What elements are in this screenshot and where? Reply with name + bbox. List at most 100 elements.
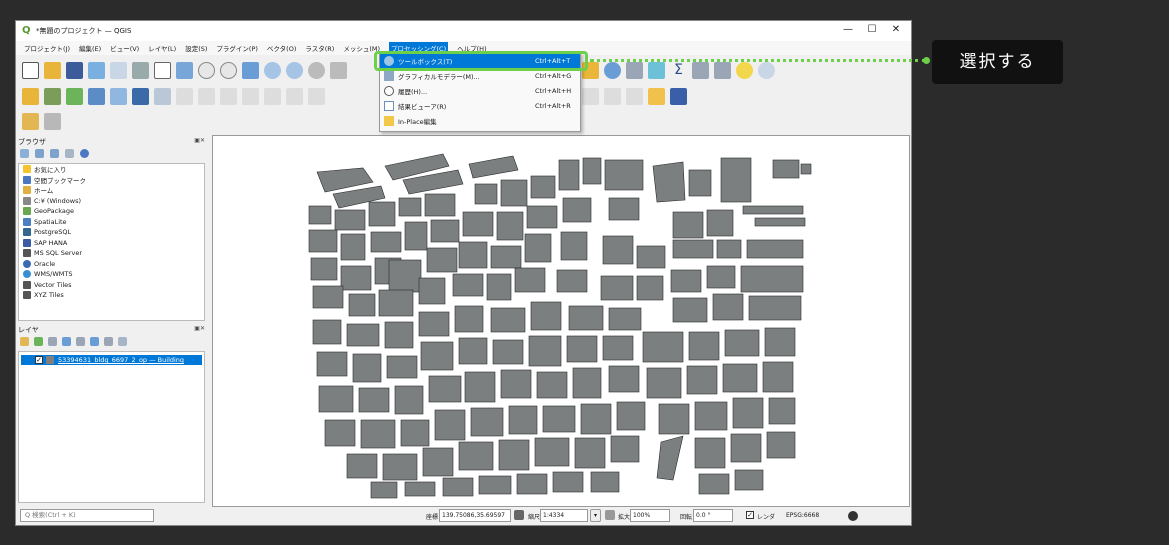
measure-icon[interactable] [714, 61, 731, 79]
zoom-in-icon[interactable] [198, 61, 215, 79]
browser-item-postgresql[interactable]: PostgreSQL [19, 227, 204, 238]
help-icon[interactable] [670, 87, 687, 105]
menu-raster[interactable]: ラスタ(R) [305, 43, 334, 53]
copy-features-icon[interactable] [308, 87, 325, 105]
map-tips-icon[interactable] [736, 61, 753, 79]
filter-legend-icon[interactable] [62, 337, 71, 346]
add-group-icon[interactable] [34, 337, 43, 346]
coordinate-field[interactable]: 139.75086,35.69597 [439, 509, 511, 522]
zoom-out-icon[interactable] [220, 61, 237, 79]
menu-item-history[interactable]: 履歴(H)... Ctrl+Alt+H [380, 83, 580, 98]
toggle-editing-icon[interactable] [176, 87, 193, 105]
zoom-to-layer-icon[interactable] [286, 61, 303, 79]
crs-label[interactable]: EPSG:6668 [786, 512, 819, 519]
minimize-button[interactable]: — [836, 24, 860, 35]
filter-icon[interactable] [50, 149, 59, 158]
search-plugin-icon[interactable] [758, 61, 775, 79]
pan-hand-icon[interactable] [154, 61, 171, 79]
new-print-layout-icon[interactable] [88, 61, 105, 79]
map-canvas[interactable] [212, 135, 910, 507]
expand-all-icon[interactable] [90, 337, 99, 346]
browser-item-mssql[interactable]: MS SQL Server [19, 248, 204, 259]
zoom-to-selection-icon[interactable] [264, 61, 281, 79]
locator-search-input[interactable]: Q 検索(Ctrl + K) [20, 509, 154, 522]
label-tool-4-icon[interactable] [626, 87, 643, 105]
browser-item-spatialite[interactable]: SpatiaLite [19, 217, 204, 228]
add-selected-icon[interactable] [20, 149, 29, 158]
messages-icon[interactable] [848, 511, 858, 521]
statistics-sigma-icon[interactable]: Σ [670, 62, 687, 79]
georeferencer-icon[interactable] [22, 112, 39, 130]
scale-dropdown-icon[interactable]: ▾ [590, 509, 601, 522]
save-edits-icon[interactable] [198, 87, 215, 105]
layers-panel-close-icon[interactable]: ▣✕ [194, 325, 205, 332]
add-vector-layer-icon[interactable] [66, 87, 83, 105]
digitize-icon[interactable] [88, 87, 105, 105]
label-tool-2-icon[interactable] [582, 87, 599, 105]
menu-edit[interactable]: 編集(E) [79, 43, 101, 53]
manage-visibility-icon[interactable] [48, 337, 57, 346]
properties-icon[interactable] [80, 149, 89, 158]
add-delimited-text-icon[interactable] [132, 87, 149, 105]
layer-row-building[interactable]: ✓ 53394631_bldg_6697_2_op — Building [21, 355, 202, 365]
layer-styling-icon[interactable] [20, 337, 29, 346]
browser-item-wms[interactable]: WMS/WMTS [19, 269, 204, 280]
lock-scale-icon[interactable] [605, 510, 615, 520]
locator-icon[interactable] [604, 61, 621, 79]
attribute-table-icon[interactable] [626, 61, 643, 79]
save-project-icon[interactable] [66, 61, 83, 79]
menu-vector[interactable]: ベクタ(O) [267, 43, 296, 53]
browser-item-bookmarks[interactable]: 空間ブックマーク [19, 175, 204, 186]
browser-item-home[interactable]: ホーム [19, 185, 204, 196]
open-project-icon[interactable] [44, 61, 61, 79]
style-manager-icon[interactable] [132, 61, 149, 79]
add-wms-layer-icon[interactable] [154, 87, 171, 105]
label-tool-3-icon[interactable] [604, 87, 621, 105]
pan-to-selection-icon[interactable] [176, 61, 193, 79]
new-layer-icon[interactable] [44, 87, 61, 105]
browser-item-geopackage[interactable]: GeoPackage [19, 206, 204, 217]
magnify-field[interactable]: 100% [630, 509, 670, 522]
collapse-layers-icon[interactable] [104, 337, 113, 346]
browser-item-drive[interactable]: C:¥ (Windows) [19, 196, 204, 207]
browser-item-favorites[interactable]: お気に入り [19, 164, 204, 175]
coordinate-toggle-icon[interactable] [514, 510, 524, 520]
menu-plugins[interactable]: プラグイン(P) [216, 43, 258, 53]
layout-manager-icon[interactable] [110, 61, 127, 79]
zoom-next-icon[interactable] [330, 61, 347, 79]
python-console-icon[interactable] [648, 87, 665, 105]
grass-tool-icon[interactable] [44, 112, 61, 130]
cut-features-icon[interactable] [286, 87, 303, 105]
maximize-button[interactable]: ☐ [860, 24, 884, 35]
render-checkbox[interactable]: ✓ [746, 511, 754, 519]
zoom-last-icon[interactable] [308, 61, 325, 79]
browser-item-xyztiles[interactable]: XYZ Tiles [19, 290, 204, 301]
scale-field[interactable]: 1:4334 [540, 509, 588, 522]
remove-layer-icon[interactable] [118, 337, 127, 346]
filter-expression-icon[interactable] [76, 337, 85, 346]
browser-item-vectortiles[interactable]: Vector Tiles [19, 280, 204, 291]
add-feature-icon[interactable] [220, 87, 237, 105]
layer-visibility-checkbox[interactable]: ✓ [35, 356, 43, 364]
close-button[interactable]: ✕ [884, 24, 908, 35]
browser-item-saphana[interactable]: SAP HANA [19, 238, 204, 249]
rotation-field[interactable]: 0.0 ° [693, 509, 733, 522]
collapse-all-icon[interactable] [65, 149, 74, 158]
delete-selected-icon[interactable] [264, 87, 281, 105]
data-source-manager-icon[interactable] [22, 87, 39, 105]
menu-project[interactable]: プロジェクト(J) [24, 43, 70, 53]
browser-item-oracle[interactable]: Oracle [19, 259, 204, 270]
field-calculator-icon[interactable] [692, 61, 709, 79]
vertex-tool-icon[interactable] [242, 87, 259, 105]
toolbox-gear-icon[interactable] [648, 61, 665, 79]
menu-item-results-viewer[interactable]: 結果ビューア(R) Ctrl+Alt+R [380, 98, 580, 113]
menu-layer[interactable]: レイヤ(L) [148, 43, 176, 53]
menu-view[interactable]: ビュー(V) [110, 43, 139, 53]
browser-panel-close-icon[interactable]: ▣✕ [194, 137, 205, 144]
zoom-full-icon[interactable] [242, 61, 259, 79]
add-raster-layer-icon[interactable] [110, 87, 127, 105]
menu-settings[interactable]: 設定(S) [185, 43, 207, 53]
menu-item-in-place-edit[interactable]: In-Place編集 [380, 113, 580, 128]
refresh-icon[interactable] [35, 149, 44, 158]
new-project-icon[interactable] [22, 61, 39, 79]
